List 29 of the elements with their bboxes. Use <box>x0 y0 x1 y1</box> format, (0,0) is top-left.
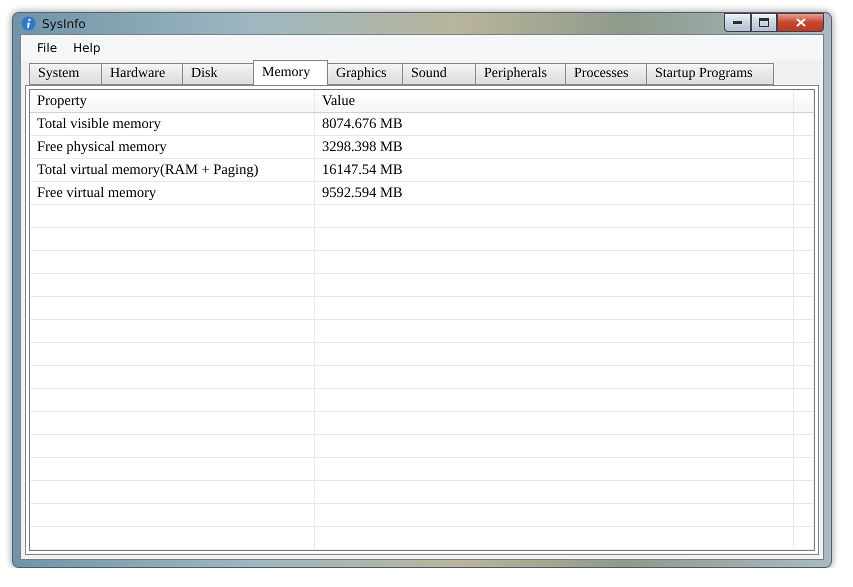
tab[interactable]: Memory <box>253 60 328 85</box>
table-cell: 3298.398 MB <box>315 136 794 158</box>
window-title: SysInfo <box>42 16 86 30</box>
close-button[interactable] <box>777 13 824 32</box>
table-cell: Total virtual memory(RAM + Paging) <box>30 159 315 181</box>
table-cell: 9592.594 MB <box>315 182 794 204</box>
maximize-button[interactable] <box>751 13 777 32</box>
table-cell: Free physical memory <box>30 136 315 158</box>
table-cell: Total visible memory <box>30 113 315 135</box>
tab[interactable]: Hardware <box>101 63 183 85</box>
minimize-button[interactable] <box>724 13 751 32</box>
menu-item[interactable]: Help <box>65 41 108 55</box>
info-icon <box>21 16 36 31</box>
tab[interactable]: Disk <box>182 63 254 85</box>
table-cell: Free virtual memory <box>30 182 315 204</box>
tab[interactable]: Startup Programs <box>646 63 774 85</box>
menu-item[interactable]: File <box>29 41 66 55</box>
tab[interactable]: Graphics <box>327 63 403 85</box>
tab[interactable]: Processes <box>565 63 647 85</box>
column-header[interactable]: Value <box>315 90 794 112</box>
maximize-icon <box>759 18 769 27</box>
close-icon <box>796 18 806 27</box>
table-cell: 16147.54 MB <box>315 159 794 181</box>
table-cell: 8074.676 MB <box>315 113 794 135</box>
tab[interactable]: System <box>29 63 102 85</box>
minimize-icon <box>733 21 742 24</box>
column-header[interactable]: Property <box>30 90 315 112</box>
tab[interactable]: Sound <box>402 63 476 85</box>
tab[interactable]: Peripherals <box>475 63 566 85</box>
